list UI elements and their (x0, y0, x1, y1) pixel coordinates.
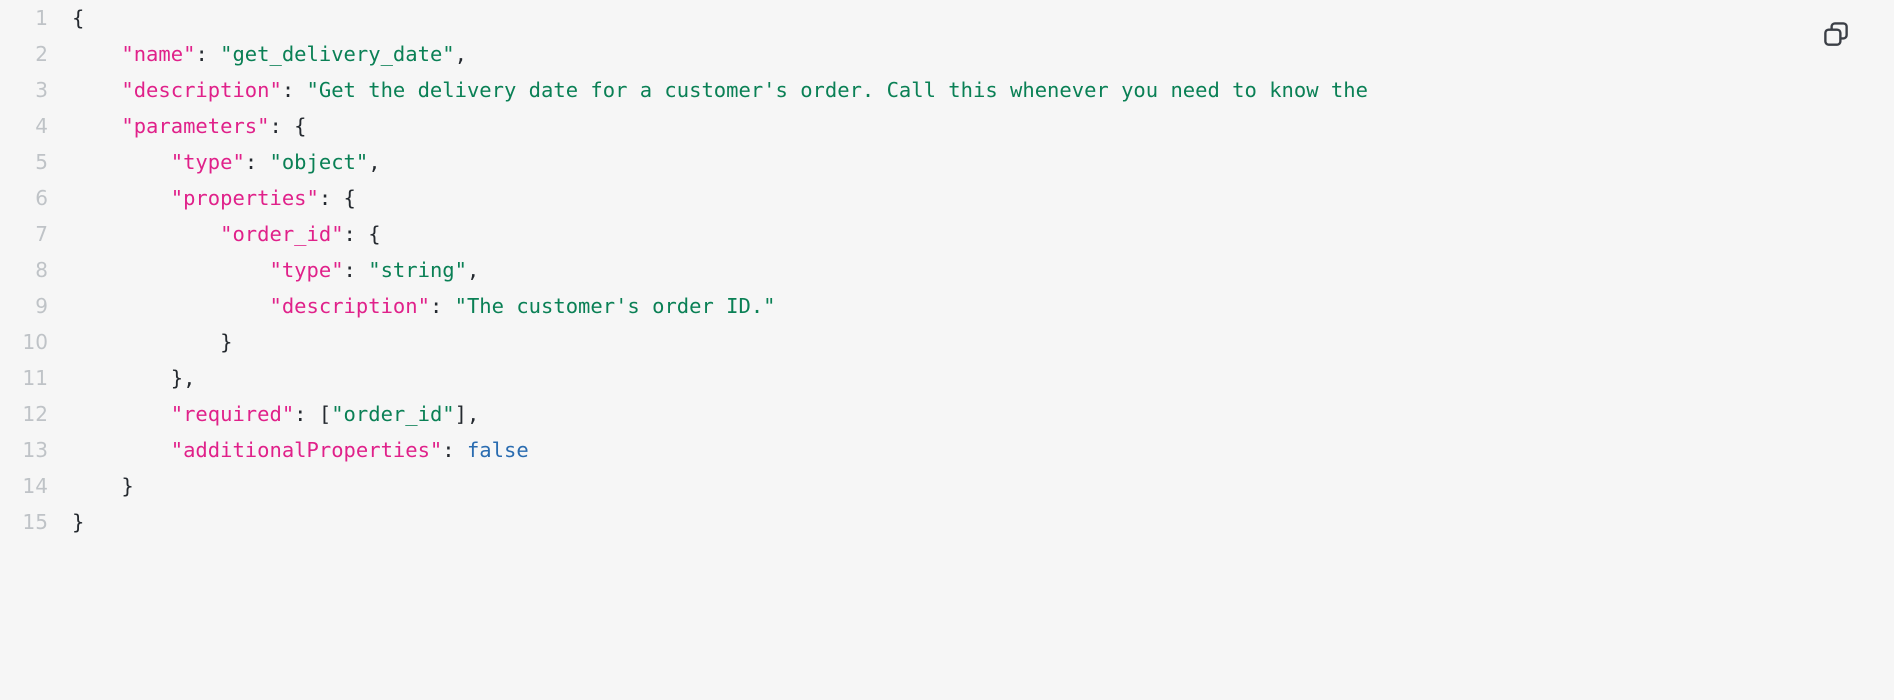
line-content[interactable]: "description": "Get the delivery date fo… (62, 72, 1894, 108)
code-line: 3 "description": "Get the delivery date … (0, 72, 1894, 108)
code-line: 9 "description": "The customer's order I… (0, 288, 1894, 324)
code-token-punct (72, 402, 171, 426)
code-token-key: "description" (269, 294, 430, 318)
code-line: 15} (0, 504, 1894, 540)
code-token-str: "Get the delivery date for a customer's … (306, 78, 1368, 102)
code-line: 11 }, (0, 360, 1894, 396)
code-token-key: "parameters" (121, 114, 270, 138)
code-token-punct (72, 150, 171, 174)
line-content[interactable]: "description": "The customer's order ID.… (62, 288, 1894, 324)
code-token-punct: : (195, 42, 221, 66)
code-token-punct: : { (269, 114, 307, 138)
line-number: 10 (22, 330, 48, 354)
code-token-punct (72, 114, 121, 138)
code-token-punct: : (244, 150, 270, 174)
line-content[interactable]: "additionalProperties": false (62, 432, 1894, 468)
code-token-key: "type" (170, 150, 245, 174)
line-content[interactable]: "name": "get_delivery_date", (62, 36, 1894, 72)
line-number: 5 (35, 150, 48, 174)
line-number: 8 (35, 258, 48, 282)
code-token-str: "order_id" (331, 402, 455, 426)
code-token-punct: , (466, 258, 480, 282)
code-token-punct (72, 186, 171, 210)
code-token-punct: } (72, 510, 85, 534)
code-line: 4 "parameters": { (0, 108, 1894, 144)
code-token-str: "object" (269, 150, 369, 174)
code-line: 10 } (0, 324, 1894, 360)
line-number: 15 (22, 510, 48, 534)
code-token-key: "type" (269, 258, 344, 282)
code-token-punct (72, 258, 269, 282)
line-content[interactable]: } (62, 504, 1894, 540)
code-token-key: "required" (170, 402, 295, 426)
code-token-str: "The customer's order ID." (454, 294, 776, 318)
line-content[interactable]: }, (62, 360, 1894, 396)
code-token-key: "properties" (170, 186, 319, 210)
code-token-punct (72, 222, 220, 246)
line-content[interactable]: "order_id": { (62, 216, 1894, 252)
code-token-punct: , (454, 42, 467, 66)
code-token-punct: : { (318, 186, 356, 210)
code-lines-body: 1{2 "name": "get_delivery_date", 3 "descr… (0, 0, 1894, 540)
code-token-punct: } (72, 474, 134, 498)
code-token-str: "get_delivery_date" (220, 42, 455, 66)
line-number: 9 (35, 294, 48, 318)
code-line: 6 "properties": { (0, 180, 1894, 216)
copy-code-button[interactable] (1816, 14, 1856, 54)
line-number: 13 (22, 438, 48, 462)
line-content[interactable]: } (62, 324, 1894, 360)
line-number: 1 (35, 6, 48, 30)
line-content[interactable]: } (62, 468, 1894, 504)
line-number: 14 (22, 474, 48, 498)
code-token-punct: : (343, 258, 369, 282)
code-token-punct (72, 294, 269, 318)
code-token-key: "description" (121, 78, 282, 102)
code-scroll-area[interactable]: 1{2 "name": "get_delivery_date", 3 "descr… (0, 0, 1894, 700)
code-token-punct (72, 438, 171, 462)
line-number: 11 (22, 366, 48, 390)
code-token-punct: }, (72, 366, 196, 390)
code-token-str: "string" (368, 258, 467, 282)
code-line: 5 "type": "object", (0, 144, 1894, 180)
code-token-bool: false (466, 438, 529, 462)
code-line: 13 "additionalProperties": false (0, 432, 1894, 468)
line-number: 2 (35, 42, 48, 66)
line-content[interactable]: "type": "object", (62, 144, 1894, 180)
code-token-punct (72, 42, 121, 66)
line-number: 7 (35, 222, 48, 246)
code-lines-table: 1{2 "name": "get_delivery_date", 3 "descr… (0, 0, 1894, 540)
line-number: 12 (22, 402, 48, 426)
line-content[interactable]: "parameters": { (62, 108, 1894, 144)
code-token-punct: : (442, 438, 467, 462)
line-number: 4 (35, 114, 48, 138)
code-line: 7 "order_id": { (0, 216, 1894, 252)
code-line: 12 "required": ["order_id"], (0, 396, 1894, 432)
code-token-key: "name" (121, 42, 196, 66)
json-code-viewer: 1{2 "name": "get_delivery_date", 3 "descr… (0, 0, 1894, 700)
code-token-punct: } (72, 330, 233, 354)
copy-icon (1821, 19, 1851, 49)
line-content[interactable]: { (62, 0, 1894, 36)
code-line: 8 "type": "string", (0, 252, 1894, 288)
code-token-key: "additionalProperties" (170, 438, 443, 462)
code-token-punct: ], (454, 402, 480, 426)
code-token-key: "order_id" (220, 222, 344, 246)
line-number: 6 (35, 186, 48, 210)
line-number: 3 (35, 78, 48, 102)
code-line: 1{ (0, 0, 1894, 36)
code-token-punct: : [ (294, 402, 332, 426)
line-content[interactable]: "properties": { (62, 180, 1894, 216)
code-token-punct: : (429, 294, 455, 318)
line-content[interactable]: "type": "string", (62, 252, 1894, 288)
code-token-punct (72, 78, 121, 102)
code-token-punct: : (281, 78, 307, 102)
code-token-punct: { (72, 6, 85, 30)
code-line: 14 } (0, 468, 1894, 504)
line-content[interactable]: "required": ["order_id"], (62, 396, 1894, 432)
code-line: 2 "name": "get_delivery_date", (0, 36, 1894, 72)
code-token-punct: , (368, 150, 381, 174)
code-token-punct: : { (343, 222, 381, 246)
